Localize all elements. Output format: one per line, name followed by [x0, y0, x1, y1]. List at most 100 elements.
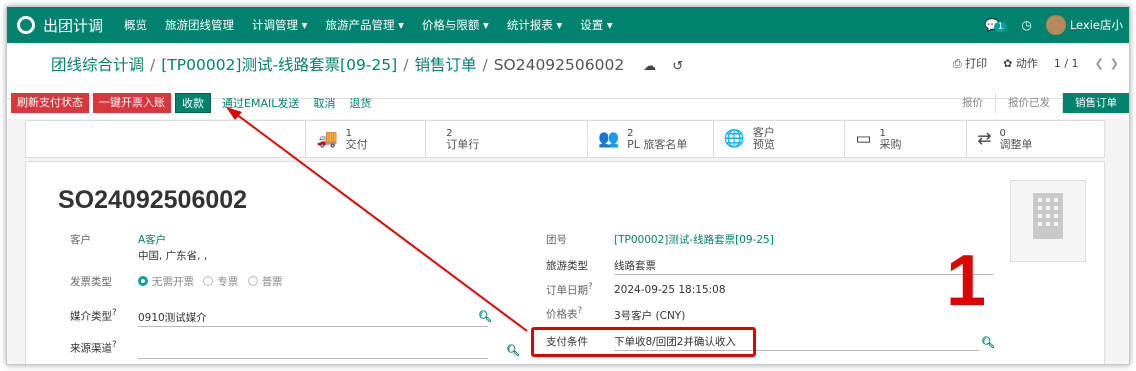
menu-operation[interactable]: 计调管理 ▾ — [252, 17, 307, 33]
stat-label: PL 旅客名单 — [627, 137, 688, 151]
media-type-label: 媒介类型? — [70, 308, 117, 324]
media-type-label-text: 媒介类型 — [70, 310, 112, 323]
breadcrumb-sep: / — [403, 56, 409, 74]
help-mark: ? — [577, 306, 583, 316]
exchange-icon: ⇄ — [977, 129, 992, 149]
menu-settings[interactable]: 设置 ▾ — [580, 17, 612, 33]
return-button[interactable]: 退货 — [349, 95, 371, 111]
menu-overview[interactable]: 概览 — [124, 17, 147, 33]
breadcrumb-tour-ops[interactable]: 团线综合计调 — [51, 56, 144, 74]
status-bar: 报价 报价已发 销售订单 — [950, 93, 1129, 113]
stat-order-lines[interactable]: 2 订单行 — [425, 121, 587, 157]
radio-special-invoice[interactable] — [203, 276, 214, 286]
help-mark: ? — [112, 308, 117, 318]
group-no-link[interactable]: [TP00002]测试-线路套票[09-25] — [614, 232, 774, 247]
send-email-button[interactable]: 通过EMAIL发送 — [222, 95, 299, 111]
company-image-placeholder[interactable] — [1010, 180, 1086, 262]
chat-count-badge: 1 — [993, 22, 1008, 32]
invoice-type-label: 发票类型 — [70, 276, 112, 288]
stat-num: 1 — [879, 127, 886, 139]
pager-next-icon[interactable]: ❯ — [1110, 57, 1119, 70]
chat-button[interactable]: 💬1 — [985, 18, 1008, 32]
receive-payment-button[interactable]: 收款 — [175, 93, 211, 113]
pager: ⎙ 打印 ✿ 动作 1 / 1 ❮ ❯ — [953, 55, 1119, 71]
user-menu[interactable]: Lexie店小 — [1045, 15, 1123, 35]
cancel-button[interactable]: 取消 — [313, 95, 335, 111]
customer-address: 中国, 广东省, , — [138, 250, 208, 262]
media-type-field[interactable]: 0910测试媒介 — [138, 310, 207, 325]
one-click-invoice-button[interactable]: 一键开票入账 — [93, 93, 171, 113]
search-icon[interactable]: 🔍︎ — [506, 344, 520, 357]
menu-tour-product[interactable]: 旅游产品管理 ▾ — [325, 17, 403, 33]
stage-sales-order[interactable]: 销售订单 — [1063, 93, 1129, 113]
help-mark: ? — [588, 282, 593, 292]
tour-type-field[interactable]: 线路套票 — [614, 258, 656, 273]
stage-quotation[interactable]: 报价 — [950, 93, 996, 113]
radio-no-invoice[interactable] — [138, 276, 148, 286]
order-title: SO24092506002 — [58, 186, 248, 214]
source-label: 来源渠道? — [70, 340, 117, 356]
discard-undo-icon[interactable]: ↺ — [672, 59, 683, 74]
card-icon: ▭ — [855, 129, 872, 149]
breadcrumb-tour[interactable]: [TP00002]测试-线路套票[09-25] — [161, 56, 397, 74]
breadcrumb-sep: / — [482, 56, 488, 74]
pager-value[interactable]: 1 / 1 — [1054, 57, 1079, 70]
stat-num: 1 — [345, 127, 353, 139]
stat-purchase[interactable]: ▭ 1 采购 — [844, 121, 966, 157]
cloud-save-icon[interactable]: ☁ — [643, 59, 656, 74]
refresh-payment-button[interactable]: 刷新支付状态 — [11, 93, 89, 113]
building-icon — [1033, 193, 1063, 239]
source-label-text: 来源渠道 — [70, 342, 112, 355]
stat-num: 2 — [446, 127, 453, 139]
pricelist-label: 价格表? — [546, 306, 582, 322]
avatar — [1045, 15, 1066, 35]
radio-normal-invoice[interactable] — [247, 276, 258, 286]
top-navbar: 出团计调 概览 旅游团线管理 计调管理 ▾ 旅游产品管理 ▾ 价格与限额 ▾ 统… — [7, 7, 1129, 43]
clock-icon[interactable]: ◷ — [1021, 18, 1031, 32]
stat-customer-preview[interactable]: 🌐 客户 预览 — [712, 121, 845, 157]
app-name[interactable]: 出团计调 — [43, 15, 103, 36]
stat-num: 0 — [999, 127, 1006, 139]
stat-delivery[interactable]: 🚚 1 交付 — [305, 121, 425, 157]
stat-label: 调整单 — [999, 137, 1033, 151]
order-date-field: 2024-09-25 18:15:08 — [614, 284, 726, 296]
annotation-number: 1 — [946, 241, 987, 321]
order-date-label-text: 订单日期 — [546, 284, 588, 297]
breadcrumb-sales-orders[interactable]: 销售订单 — [414, 56, 476, 74]
menu-price-limit[interactable]: 价格与限额 ▾ — [422, 17, 489, 33]
action-button[interactable]: ✿ 动作 — [1003, 55, 1038, 71]
order-date-label: 订单日期? — [546, 282, 593, 298]
username: Lexie店小 — [1069, 18, 1123, 32]
print-button[interactable]: ⎙ 打印 — [953, 55, 987, 71]
pager-prev-icon[interactable]: ❮ — [1095, 57, 1104, 70]
stat-label: 采购 — [879, 137, 902, 151]
users-icon: 👥 — [597, 129, 620, 149]
group-no-label: 团号 — [546, 234, 567, 246]
source-underline — [138, 358, 488, 359]
radio-special-invoice-label: 专票 — [217, 276, 239, 288]
media-type-underline — [138, 326, 488, 327]
radio-no-invoice-label: 无需开票 — [152, 276, 194, 288]
button-box-spacer — [26, 121, 305, 157]
customer-label: 客户 — [70, 234, 91, 246]
search-icon[interactable]: 🔍︎ — [981, 336, 995, 349]
odoo-logo-icon[interactable] — [17, 16, 35, 34]
breadcrumb-current: SO24092506002 — [493, 56, 625, 74]
pricelist-field: 3号客户 (CNY) — [614, 310, 686, 322]
stat-label: 订单行 — [446, 137, 480, 151]
truck-icon: 🚚 — [316, 129, 338, 149]
action-bar: 刷新支付状态 一键开票入账 收款 通过EMAIL发送 取消 退货 报价 报价已发… — [7, 89, 1129, 117]
globe-icon: 🌐 — [723, 129, 745, 149]
payment-terms-highlight-box — [531, 327, 756, 357]
customer-link[interactable]: A客户 — [138, 232, 166, 247]
pricelist-label-text: 价格表 — [546, 308, 578, 321]
menu-reports[interactable]: 统计报表 ▾ — [507, 17, 562, 33]
search-icon[interactable]: 🔍︎ — [478, 310, 492, 323]
stat-passenger-list[interactable]: 👥 2 PL 旅客名单 — [586, 121, 713, 157]
stat-adjustment[interactable]: ⇄ 0 调整单 — [966, 121, 1104, 157]
stage-quotation-sent[interactable]: 报价已发 — [996, 93, 1063, 113]
breadcrumb: 团线综合计调 / [TP00002]测试-线路套票[09-25] / 销售订单 / SO24… — [51, 53, 683, 75]
stat-label: 客户 预览 — [752, 126, 775, 151]
menu-tour-line[interactable]: 旅游团线管理 — [165, 17, 234, 33]
stat-num: 2 — [627, 127, 634, 139]
